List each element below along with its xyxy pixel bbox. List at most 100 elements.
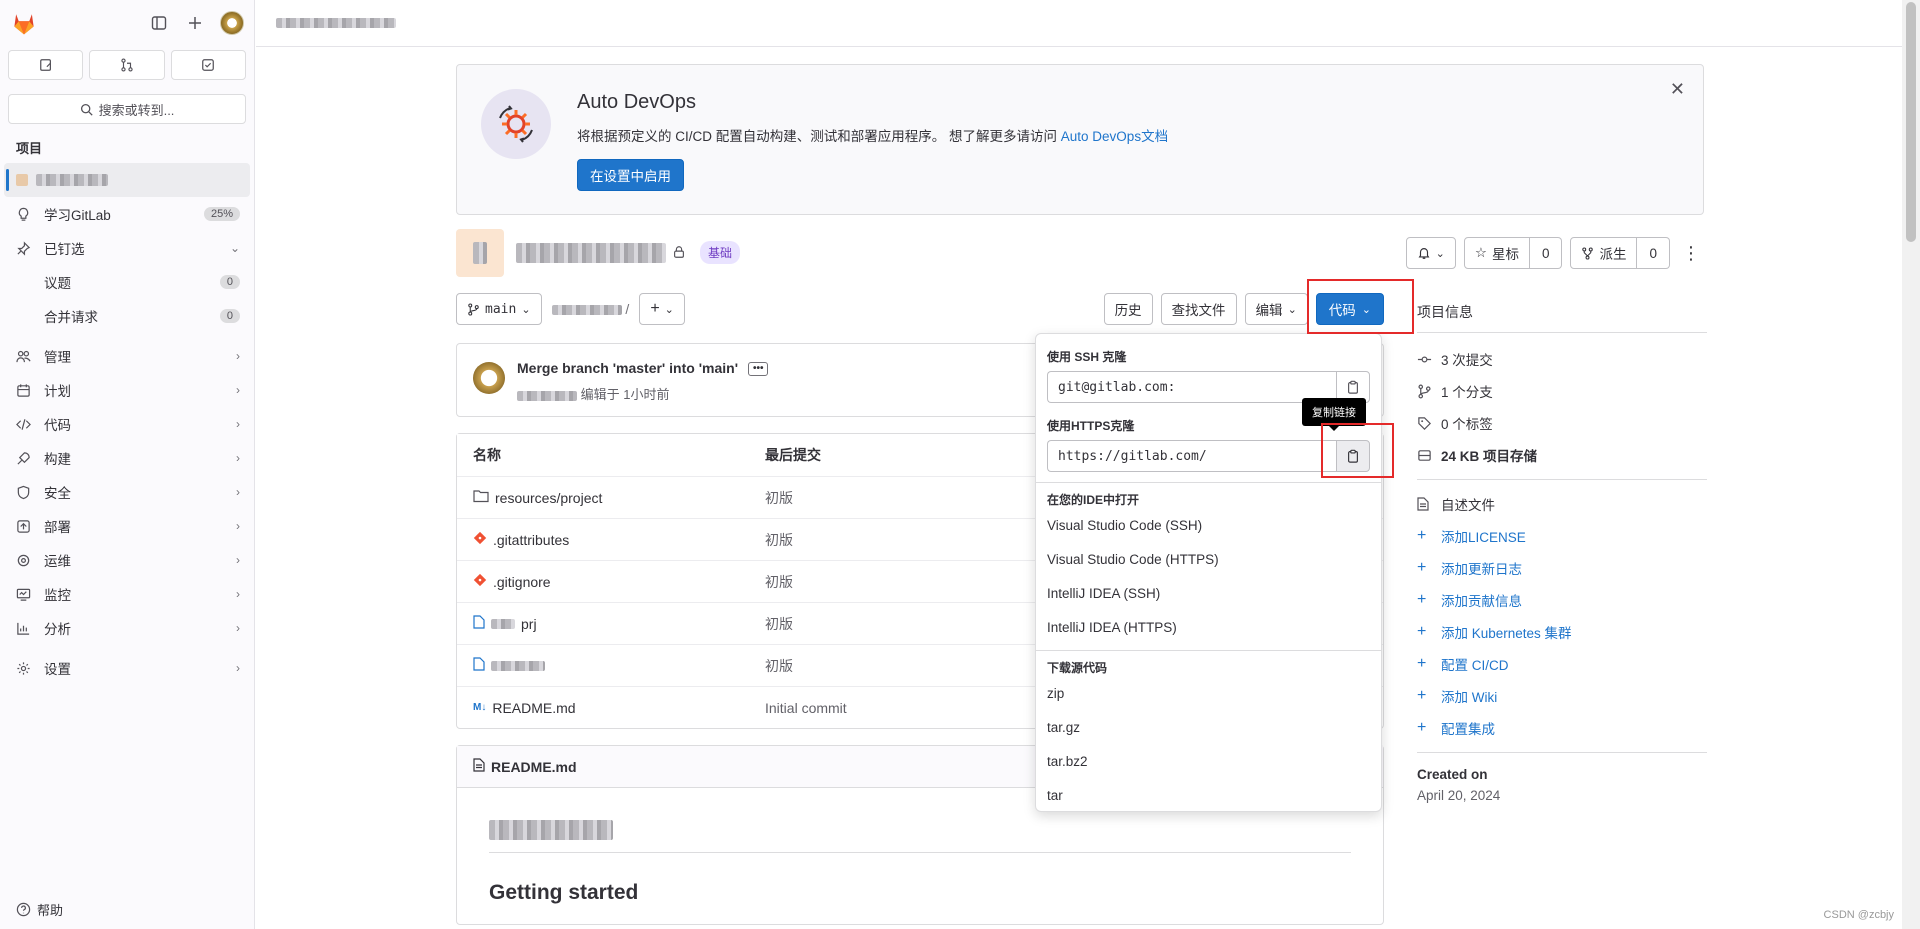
file-name-link[interactable]: prj <box>521 616 537 632</box>
commit-author-avatar[interactable] <box>473 362 505 394</box>
user-avatar[interactable] <box>220 11 244 35</box>
pin-icon <box>16 240 34 256</box>
sidebar-item-secure[interactable]: 安全 › <box>0 475 254 509</box>
repository-toolbar: main ⌄ / + ⌄ 历史 查找文件 编辑 ⌄ 代码 ⌄ <box>456 293 1384 327</box>
more-actions-icon[interactable]: ⋮ <box>1678 237 1704 269</box>
sidebar-item-issues[interactable]: 议题 0 <box>0 265 254 299</box>
sidebar-item-analyze[interactable]: 分析 › <box>0 611 254 645</box>
branch-icon <box>1417 384 1433 399</box>
enable-in-settings-button[interactable]: 在设置中启用 <box>577 159 684 191</box>
add-kubernetes-link[interactable]: + 添加 Kubernetes 集群 <box>1417 616 1707 648</box>
sidebar-item-learn-gitlab[interactable]: 学习GitLab 25% <box>0 197 254 231</box>
file-name-link[interactable]: resources/project <box>495 490 602 506</box>
project-tier-badge: 基础 <box>700 241 741 264</box>
notification-button[interactable]: ⌄ <box>1405 237 1456 269</box>
fork-count[interactable]: 0 <box>1637 237 1670 269</box>
find-file-button[interactable]: 查找文件 <box>1160 293 1237 325</box>
commit-title[interactable]: Merge branch 'master' into 'main' ••• <box>517 360 769 377</box>
breadcrumb-redacted[interactable] <box>276 18 396 28</box>
edit-dropdown-button[interactable]: 编辑 ⌄ <box>1244 293 1308 325</box>
file-name-link[interactable]: .gitignore <box>493 574 551 590</box>
storage-link[interactable]: 24 KB 项目存储 <box>1417 439 1707 471</box>
readme-filename[interactable]: README.md <box>491 759 577 775</box>
add-changelog-link[interactable]: + 添加更新日志 <box>1417 552 1707 584</box>
merge-request-icon <box>121 58 133 72</box>
help-button[interactable]: 帮助 <box>16 900 63 919</box>
sidebar-item-settings[interactable]: 设置 › <box>0 651 254 685</box>
todos-shortcut-button[interactable] <box>170 50 246 80</box>
chevron-right-icon: › <box>236 485 240 499</box>
sidebar-item-label: 管理 <box>44 350 71 365</box>
help-icon <box>16 902 31 917</box>
ide-vscode-ssh[interactable]: Visual Studio Code (SSH) <box>1036 508 1381 542</box>
sidebar-item-label: 计划 <box>44 384 71 399</box>
sidebar-item-build[interactable]: 构建 › <box>0 441 254 475</box>
sidebar-item-code[interactable]: 代码 › <box>0 407 254 441</box>
file-icon <box>1417 497 1433 511</box>
plus-icon[interactable] <box>184 12 206 34</box>
author-redacted <box>517 390 577 401</box>
configure-cicd-link[interactable]: + 配置 CI/CD <box>1417 648 1707 680</box>
readme-link[interactable]: 自述文件 <box>1417 488 1707 520</box>
repo-name-redacted <box>551 305 622 316</box>
star-button[interactable]: ☆ 星标 <box>1463 237 1530 269</box>
commits-link[interactable]: 3 次提交 <box>1417 343 1707 375</box>
branches-count: 1 个分支 <box>1441 385 1493 400</box>
ide-intellij-https[interactable]: IntelliJ IDEA (HTTPS) <box>1036 610 1381 644</box>
download-zip[interactable]: zip <box>1036 676 1381 710</box>
sidebar-item-manage[interactable]: 管理 › <box>0 339 254 373</box>
search-button[interactable]: 搜索或转到... <box>8 94 246 124</box>
download-tar[interactable]: tar <box>1036 778 1381 812</box>
file-name-link[interactable]: .gitattributes <box>493 532 569 548</box>
scrollbar-thumb[interactable] <box>1906 2 1916 242</box>
add-dropdown-button[interactable]: + ⌄ <box>639 293 685 325</box>
devops-docs-link[interactable]: Auto DevOps文档 <box>1061 129 1168 144</box>
sidebar-item-operate[interactable]: 运维 › <box>0 543 254 577</box>
fork-button[interactable]: 派生 <box>1570 237 1638 269</box>
star-count[interactable]: 0 <box>1529 237 1563 269</box>
watermark: CSDN @zcbjy <box>1823 909 1894 921</box>
markdown-icon: M↓ <box>473 702 487 713</box>
download-tar-gz[interactable]: tar.gz <box>1036 710 1381 744</box>
add-license-link[interactable]: + 添加LICENSE <box>1417 520 1707 552</box>
chevron-right-icon: › <box>236 417 240 431</box>
sidebar-item-plan[interactable]: 计划 › <box>0 373 254 407</box>
sidebar-item-monitor[interactable]: 监控 › <box>0 577 254 611</box>
open-in-ide-label: 在您的IDE中打开 <box>1047 493 1140 507</box>
sidebar-item-project[interactable] <box>4 163 250 197</box>
repo-path-breadcrumb[interactable]: / <box>551 301 629 317</box>
copy-link-tooltip: 复制链接 <box>1302 398 1366 431</box>
issues-shortcut-button[interactable] <box>8 50 84 80</box>
ide-intellij-ssh[interactable]: IntelliJ IDEA (SSH) <box>1036 576 1381 610</box>
https-url-input[interactable] <box>1047 440 1336 472</box>
annotation-highlight-copy-button <box>1321 423 1394 478</box>
ssh-url-input[interactable] <box>1047 371 1336 403</box>
branch-selector[interactable]: main ⌄ <box>456 293 542 325</box>
sidebar-item-pinned[interactable]: 已钉选 ⌄ <box>0 231 254 265</box>
add-wiki-link[interactable]: + 添加 Wiki <box>1417 680 1707 712</box>
readme-label: 自述文件 <box>1441 498 1495 513</box>
count-badge: 0 <box>219 309 240 323</box>
sidebar-item-merge-requests[interactable]: 合并请求 0 <box>0 299 254 333</box>
file-name-redacted[interactable] <box>491 660 545 671</box>
sidebar-toggle-icon[interactable] <box>148 12 170 34</box>
plus-icon: + <box>1417 687 1427 704</box>
branches-link[interactable]: 1 个分支 <box>1417 375 1707 407</box>
devops-title: Auto DevOps <box>577 91 696 113</box>
sidebar-item-deploy[interactable]: 部署 › <box>0 509 254 543</box>
divider <box>1036 482 1381 483</box>
configure-integrations-link[interactable]: + 配置集成 <box>1417 712 1707 744</box>
tags-link[interactable]: 0 个标签 <box>1417 407 1707 439</box>
close-icon[interactable]: ✕ <box>1670 79 1685 100</box>
download-tar-bz2[interactable]: tar.bz2 <box>1036 744 1381 778</box>
page-scrollbar[interactable] <box>1902 0 1920 929</box>
gitlab-logo-icon[interactable] <box>10 9 38 37</box>
history-button[interactable]: 历史 <box>1103 293 1153 325</box>
rocket-icon <box>16 451 34 466</box>
add-contributing-link[interactable]: + 添加贡献信息 <box>1417 584 1707 616</box>
file-name-link[interactable]: README.md <box>492 700 575 716</box>
merge-requests-shortcut-button[interactable] <box>89 50 165 80</box>
expand-commit-button[interactable]: ••• <box>747 362 769 377</box>
readme-heading: Getting started <box>489 881 639 904</box>
ide-vscode-https[interactable]: Visual Studio Code (HTTPS) <box>1036 542 1381 576</box>
